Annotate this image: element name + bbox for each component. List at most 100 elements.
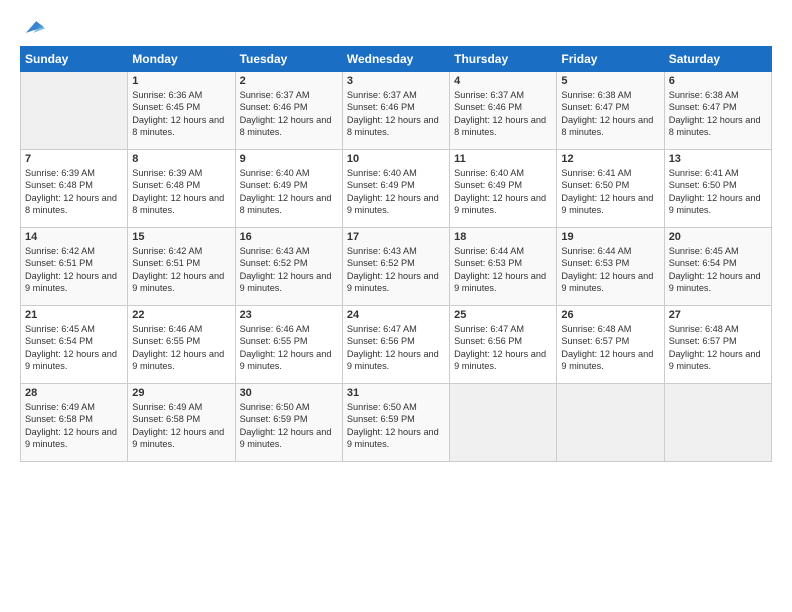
day-number: 6 xyxy=(669,75,767,87)
day-number: 8 xyxy=(132,153,230,165)
day-number: 9 xyxy=(240,153,338,165)
calendar-cell xyxy=(450,384,557,462)
day-number: 5 xyxy=(561,75,659,87)
cell-content: Sunrise: 6:46 AMSunset: 6:55 PMDaylight:… xyxy=(132,323,230,373)
cell-content: Sunrise: 6:43 AMSunset: 6:52 PMDaylight:… xyxy=(240,245,338,295)
day-number: 29 xyxy=(132,387,230,399)
day-number: 17 xyxy=(347,231,445,243)
page-container: SundayMondayTuesdayWednesdayThursdayFrid… xyxy=(0,0,792,472)
calendar-cell: 26 Sunrise: 6:48 AMSunset: 6:57 PMDayligh… xyxy=(557,306,664,384)
calendar-cell xyxy=(664,384,771,462)
calendar-cell: 31Sunrise: 6:50 AMSunset: 6:59 PMDayligh… xyxy=(342,384,449,462)
cell-content: Sunrise: 6:47 AMSunset: 6:56 PMDaylight:… xyxy=(347,323,445,373)
calendar-cell: 14Sunrise: 6:42 AMSunset: 6:51 PMDayligh… xyxy=(21,228,128,306)
calendar-cell: 16 Sunrise: 6:43 AMSunset: 6:52 PMDayligh… xyxy=(235,228,342,306)
cell-content: Sunrise: 6:40 AMSunset: 6:49 PMDaylight:… xyxy=(347,167,445,217)
cell-content: Sunrise: 6:49 AMSunset: 6:58 PMDaylight:… xyxy=(132,401,230,451)
calendar-cell: 17 Sunrise: 6:43 AMSunset: 6:52 PMDayligh… xyxy=(342,228,449,306)
day-number: 19 xyxy=(561,231,659,243)
calendar-week-row: 1Sunrise: 6:36 AMSunset: 6:45 PMDaylight… xyxy=(21,72,772,150)
weekday-header-monday: Monday xyxy=(128,47,235,72)
cell-content: Sunrise: 6:36 AMSunset: 6:45 PMDaylight:… xyxy=(132,89,230,139)
calendar-cell: 11 Sunrise: 6:40 AMSunset: 6:49 PMDayligh… xyxy=(450,150,557,228)
calendar-cell: 1Sunrise: 6:36 AMSunset: 6:45 PMDaylight… xyxy=(128,72,235,150)
day-number: 21 xyxy=(25,309,123,321)
calendar-cell: 30 Sunrise: 6:50 AMSunset: 6:59 PMDayligh… xyxy=(235,384,342,462)
day-number: 16 xyxy=(240,231,338,243)
calendar-cell: 15 Sunrise: 6:42 AMSunset: 6:51 PMDayligh… xyxy=(128,228,235,306)
day-number: 7 xyxy=(25,153,123,165)
cell-content: Sunrise: 6:48 AMSunset: 6:57 PMDaylight:… xyxy=(561,323,659,373)
day-number: 24 xyxy=(347,309,445,321)
cell-content: Sunrise: 6:39 AMSunset: 6:48 PMDaylight:… xyxy=(132,167,230,217)
weekday-header-row: SundayMondayTuesdayWednesdayThursdayFrid… xyxy=(21,47,772,72)
day-number: 15 xyxy=(132,231,230,243)
calendar-cell: 7 Sunrise: 6:39 AMSunset: 6:48 PMDaylight… xyxy=(21,150,128,228)
calendar-cell: 25 Sunrise: 6:47 AMSunset: 6:56 PMDayligh… xyxy=(450,306,557,384)
calendar-cell: 23 Sunrise: 6:46 AMSunset: 6:55 PMDayligh… xyxy=(235,306,342,384)
day-number: 14 xyxy=(25,231,123,243)
cell-content: Sunrise: 6:41 AMSunset: 6:50 PMDaylight:… xyxy=(669,167,767,217)
cell-content: Sunrise: 6:48 AMSunset: 6:57 PMDaylight:… xyxy=(669,323,767,373)
cell-content: Sunrise: 6:44 AMSunset: 6:53 PMDaylight:… xyxy=(561,245,659,295)
calendar-cell: 29 Sunrise: 6:49 AMSunset: 6:58 PMDayligh… xyxy=(128,384,235,462)
cell-content: Sunrise: 6:38 AMSunset: 6:47 PMDaylight:… xyxy=(669,89,767,139)
calendar-cell: 5 Sunrise: 6:38 AMSunset: 6:47 PMDaylight… xyxy=(557,72,664,150)
logo-icon xyxy=(23,16,45,38)
cell-content: Sunrise: 6:47 AMSunset: 6:56 PMDaylight:… xyxy=(454,323,552,373)
day-number: 4 xyxy=(454,75,552,87)
day-number: 23 xyxy=(240,309,338,321)
calendar-cell: 10 Sunrise: 6:40 AMSunset: 6:49 PMDayligh… xyxy=(342,150,449,228)
cell-content: Sunrise: 6:45 AMSunset: 6:54 PMDaylight:… xyxy=(25,323,123,373)
weekday-header-saturday: Saturday xyxy=(664,47,771,72)
day-number: 22 xyxy=(132,309,230,321)
day-number: 30 xyxy=(240,387,338,399)
cell-content: Sunrise: 6:40 AMSunset: 6:49 PMDaylight:… xyxy=(240,167,338,217)
cell-content: Sunrise: 6:39 AMSunset: 6:48 PMDaylight:… xyxy=(25,167,123,217)
weekday-header-wednesday: Wednesday xyxy=(342,47,449,72)
day-number: 28 xyxy=(25,387,123,399)
cell-content: Sunrise: 6:46 AMSunset: 6:55 PMDaylight:… xyxy=(240,323,338,373)
day-number: 13 xyxy=(669,153,767,165)
calendar-week-row: 21 Sunrise: 6:45 AMSunset: 6:54 PMDayligh… xyxy=(21,306,772,384)
calendar-cell xyxy=(557,384,664,462)
day-number: 27 xyxy=(669,309,767,321)
day-number: 12 xyxy=(561,153,659,165)
weekday-header-sunday: Sunday xyxy=(21,47,128,72)
day-number: 10 xyxy=(347,153,445,165)
calendar-cell: 20 Sunrise: 6:45 AMSunset: 6:54 PMDayligh… xyxy=(664,228,771,306)
cell-content: Sunrise: 6:38 AMSunset: 6:47 PMDaylight:… xyxy=(561,89,659,139)
page-header xyxy=(20,16,772,36)
calendar-cell: 2 Sunrise: 6:37 AMSunset: 6:46 PMDaylight… xyxy=(235,72,342,150)
weekday-header-friday: Friday xyxy=(557,47,664,72)
cell-content: Sunrise: 6:45 AMSunset: 6:54 PMDaylight:… xyxy=(669,245,767,295)
day-number: 25 xyxy=(454,309,552,321)
calendar-cell: 3Sunrise: 6:37 AMSunset: 6:46 PMDaylight… xyxy=(342,72,449,150)
cell-content: Sunrise: 6:40 AMSunset: 6:49 PMDaylight:… xyxy=(454,167,552,217)
day-number: 2 xyxy=(240,75,338,87)
calendar-cell: 9 Sunrise: 6:40 AMSunset: 6:49 PMDaylight… xyxy=(235,150,342,228)
calendar-cell: 19 Sunrise: 6:44 AMSunset: 6:53 PMDayligh… xyxy=(557,228,664,306)
calendar-table: SundayMondayTuesdayWednesdayThursdayFrid… xyxy=(20,46,772,462)
day-number: 3 xyxy=(347,75,445,87)
cell-content: Sunrise: 6:43 AMSunset: 6:52 PMDaylight:… xyxy=(347,245,445,295)
cell-content: Sunrise: 6:50 AMSunset: 6:59 PMDaylight:… xyxy=(240,401,338,451)
day-number: 11 xyxy=(454,153,552,165)
day-number: 26 xyxy=(561,309,659,321)
cell-content: Sunrise: 6:50 AMSunset: 6:59 PMDaylight:… xyxy=(347,401,445,451)
cell-content: Sunrise: 6:44 AMSunset: 6:53 PMDaylight:… xyxy=(454,245,552,295)
calendar-week-row: 14 Sunrise: 6:42 AMSunset: 6:51 PMDayligh… xyxy=(21,228,772,306)
calendar-cell: 6 Sunrise: 6:38 AMSunset: 6:47 PMDaylight… xyxy=(664,72,771,150)
weekday-header-tuesday: Tuesday xyxy=(235,47,342,72)
cell-content: Sunrise: 6:41 AMSunset: 6:50 PMDaylight:… xyxy=(561,167,659,217)
calendar-cell: 22 Sunrise: 6:46 AMSunset: 6:55 PMDayligh… xyxy=(128,306,235,384)
calendar-cell: 28Sunrise: 6:49 AMSunset: 6:58 PMDayligh… xyxy=(21,384,128,462)
cell-content: Sunrise: 6:42 AMSunset: 6:51 PMDaylight:… xyxy=(132,245,230,295)
day-number: 20 xyxy=(669,231,767,243)
cell-content: Sunrise: 6:37 AMSunset: 6:46 PMDaylight:… xyxy=(240,89,338,139)
calendar-week-row: 7 Sunrise: 6:39 AMSunset: 6:48 PMDaylight… xyxy=(21,150,772,228)
calendar-cell: 24 Sunrise: 6:47 AMSunset: 6:56 PMDayligh… xyxy=(342,306,449,384)
weekday-header-thursday: Thursday xyxy=(450,47,557,72)
calendar-cell xyxy=(21,72,128,150)
calendar-cell: 27 Sunrise: 6:48 AMSunset: 6:57 PMDayligh… xyxy=(664,306,771,384)
